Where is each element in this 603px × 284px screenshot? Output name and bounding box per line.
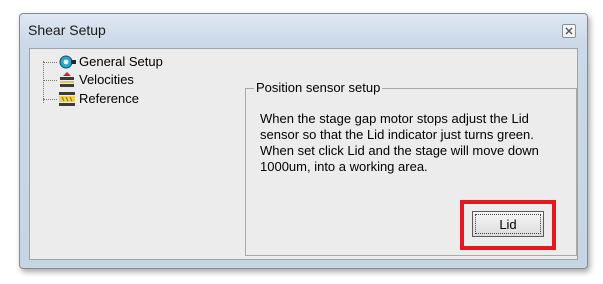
tree-item-reference[interactable]: Reference	[43, 90, 139, 108]
settings-tree: General Setup Velocities Reference	[37, 53, 227, 143]
close-button[interactable]	[562, 24, 576, 38]
tree-item-label: Reference	[79, 91, 139, 106]
tree-item-label: General Setup	[79, 54, 163, 69]
tree-branch-line	[43, 79, 57, 81]
groupbox-title: Position sensor setup	[254, 80, 383, 95]
instructions-text: When the stage gap motor stops adjust th…	[260, 111, 539, 174]
window-title: Shear Setup	[28, 22, 106, 38]
title-bar[interactable]: Shear Setup	[20, 14, 587, 48]
lid-button[interactable]: Lid	[472, 211, 544, 237]
reference-icon	[58, 91, 76, 107]
tree-branch-line	[43, 61, 57, 63]
tree-item-general-setup[interactable]: General Setup	[43, 53, 163, 71]
tree-item-velocities[interactable]: Velocities	[43, 71, 134, 89]
tree-branch-line	[43, 98, 57, 100]
shear-setup-dialog: Shear Setup General Setup Velocities Ref…	[19, 13, 588, 269]
tree-item-label: Velocities	[79, 72, 134, 87]
general-setup-icon	[58, 54, 76, 70]
velocities-icon	[58, 72, 76, 88]
close-icon	[565, 27, 573, 35]
